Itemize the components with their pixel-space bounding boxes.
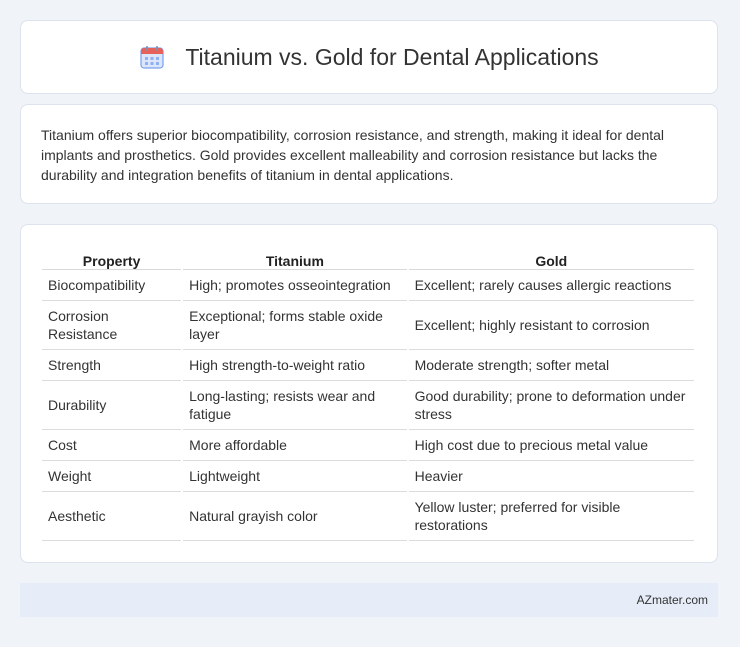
column-header-property: Property (42, 245, 182, 270)
cell-gold: Excellent; rarely causes allergic reacti… (408, 270, 694, 301)
cell-property: Strength (42, 350, 182, 381)
cell-property: Weight (42, 461, 182, 492)
cell-property: Durability (42, 381, 182, 430)
calendar-icon (139, 44, 165, 70)
cell-titanium: More affordable (183, 430, 407, 461)
table-row: Aesthetic Natural grayish color Yellow l… (42, 492, 694, 541)
cell-titanium: Long-lasting; resists wear and fatigue (183, 381, 407, 430)
cell-titanium: Exceptional; forms stable oxide layer (183, 301, 407, 350)
cell-titanium: Lightweight (183, 461, 407, 492)
cell-gold: Moderate strength; softer metal (408, 350, 694, 381)
cell-property: Aesthetic (42, 492, 182, 541)
summary-text: Titanium offers superior biocompatibilit… (41, 127, 665, 183)
cell-gold: High cost due to precious metal value (408, 430, 694, 461)
table-row: Biocompatibility High; promotes osseoint… (42, 270, 694, 301)
cell-property: Biocompatibility (42, 270, 182, 301)
footer-site-name: AZmater.com (636, 593, 708, 607)
table-row: Durability Long-lasting; resists wear an… (42, 381, 694, 430)
cell-gold: Excellent; highly resistant to corrosion (408, 301, 694, 350)
table-row: Corrosion Resistance Exceptional; forms … (42, 301, 694, 350)
cell-gold: Good durability; prone to deformation un… (408, 381, 694, 430)
column-header-gold: Gold (408, 245, 694, 270)
cell-property: Corrosion Resistance (42, 301, 182, 350)
page-title: Titanium vs. Gold for Dental Application… (185, 43, 599, 70)
column-header-titanium: Titanium (183, 245, 407, 270)
cell-property: Cost (42, 430, 182, 461)
summary-card: Titanium offers superior biocompatibilit… (20, 104, 718, 204)
footer: AZmater.com (20, 583, 718, 617)
cell-titanium: High strength-to-weight ratio (183, 350, 407, 381)
title-card: Titanium vs. Gold for Dental Application… (20, 20, 718, 94)
table-row: Strength High strength-to-weight ratio M… (42, 350, 694, 381)
cell-gold: Yellow luster; preferred for visible res… (408, 492, 694, 541)
table-row: Weight Lightweight Heavier (42, 461, 694, 492)
cell-gold: Heavier (408, 461, 694, 492)
comparison-table-card: Property Titanium Gold Biocompatibility … (20, 224, 718, 563)
table-row: Cost More affordable High cost due to pr… (42, 430, 694, 461)
cell-titanium: Natural grayish color (183, 492, 407, 541)
comparison-table: Property Titanium Gold Biocompatibility … (40, 245, 696, 541)
cell-titanium: High; promotes osseointegration (183, 270, 407, 301)
table-header-row: Property Titanium Gold (42, 245, 694, 270)
